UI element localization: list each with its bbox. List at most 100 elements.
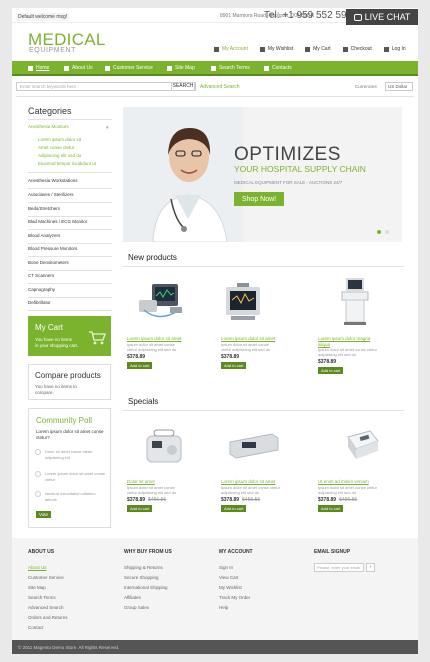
- product-name[interactable]: Lorem ipsum dolor sit amet: [221, 479, 283, 485]
- footer-link[interactable]: My Wishlist: [219, 585, 242, 590]
- poll-option: Dolor sit amet conse ctetur adipisicing …: [45, 449, 93, 460]
- search-button[interactable]: SEARCH: [171, 82, 195, 91]
- old-price: $456.56: [339, 496, 358, 503]
- subcategory[interactable]: Lorem ipsum dolor sit: [38, 137, 81, 142]
- product-card: Dolor sit amet Ipsum dolor sit amet conse…: [127, 479, 185, 512]
- product-image-ultrasound[interactable]: [336, 276, 376, 328]
- product-price: $378.89 $456.56: [127, 496, 167, 503]
- divider: [28, 243, 112, 244]
- product-name[interactable]: Lorem ipsum dolor sit amet: [127, 336, 185, 342]
- product-image-device[interactable]: [342, 427, 382, 463]
- category-item[interactable]: Blad Machines / ECG Monitor: [28, 219, 112, 224]
- search-terms-icon: [211, 65, 216, 71]
- category-item[interactable]: Bone Densitometers: [28, 260, 112, 265]
- product-image-radio[interactable]: [144, 428, 184, 466]
- footer-link[interactable]: Help: [219, 605, 228, 610]
- slider-dot-active[interactable]: [377, 230, 381, 234]
- top-link-account[interactable]: My Account: [214, 46, 248, 52]
- footer-link[interactable]: Secure Shopping: [124, 575, 159, 580]
- vote-button[interactable]: Vote: [36, 511, 52, 518]
- subcategory[interactable]: Adipisicing elit sed do: [38, 153, 81, 158]
- footer-link[interactable]: Contact: [28, 625, 44, 630]
- home-icon: [28, 65, 33, 71]
- subcategory[interactable]: Amet conse ctetur: [38, 145, 74, 150]
- category-item[interactable]: Beds/Stretchers: [28, 206, 112, 211]
- nav-search-terms[interactable]: Search Terms: [211, 65, 250, 71]
- checkout-icon: [342, 46, 348, 52]
- slider-dot[interactable]: [385, 230, 389, 234]
- product-image-pump[interactable]: [228, 432, 280, 462]
- add-to-cart-button[interactable]: Add to cart: [221, 361, 247, 369]
- product-description: Ipsum dolor sit amet conse ctetur adipis…: [127, 341, 177, 352]
- category-item[interactable]: Defibrillator: [28, 300, 112, 305]
- section-divider: [123, 266, 404, 267]
- category-item[interactable]: Blood Analyzers: [28, 233, 112, 238]
- compare-block: Compare products You have no items to co…: [28, 364, 111, 400]
- product-image-monitor[interactable]: [136, 280, 188, 325]
- old-price: $456.56: [148, 496, 167, 503]
- add-to-cart-button[interactable]: Add to cart: [127, 504, 153, 512]
- footer-link[interactable]: Orders and Returns: [28, 615, 68, 620]
- nav-contacts[interactable]: Contacts: [264, 65, 292, 71]
- live-chat-button[interactable]: LIVE CHAT: [346, 9, 418, 25]
- nav-home[interactable]: Home: [28, 65, 49, 71]
- footer-link[interactable]: International Shipping: [124, 585, 168, 590]
- add-to-cart-button[interactable]: Add to cart: [318, 367, 344, 374]
- footer-link[interactable]: View Cart: [219, 575, 238, 580]
- category-item[interactable]: Blood Pressure Monitors: [28, 246, 112, 251]
- footer-why-title: WHY BUY FROM US: [124, 549, 172, 555]
- nav-customer-service[interactable]: Customer Service: [105, 65, 153, 71]
- product-price: $378.89: [127, 353, 146, 360]
- top-link-login[interactable]: Log In: [383, 46, 406, 52]
- product-image-patient-monitor[interactable]: [217, 282, 269, 325]
- add-to-cart-button[interactable]: Add to cart: [127, 361, 153, 369]
- footer-link[interactable]: Advanced Search: [28, 605, 64, 610]
- logo-line2[interactable]: EQUIPMENT: [29, 47, 76, 54]
- advanced-search-link[interactable]: Advanced Search: [200, 84, 239, 90]
- subscribe-arrow-icon[interactable]: ›: [366, 563, 375, 572]
- footer-link[interactable]: Search Terms: [28, 595, 56, 600]
- footer-link[interactable]: Shipping & Returns: [124, 565, 163, 570]
- top-link-cart[interactable]: My Cart: [305, 46, 331, 52]
- my-cart-block[interactable]: My Cart You have no items in your shoppi…: [28, 316, 111, 356]
- category-item[interactable]: CT Scanners: [28, 273, 112, 278]
- poll-radio[interactable]: [35, 491, 41, 497]
- hero-banner[interactable]: OPTIMIZES YOUR HOSPITAL SUPPLY CHAIN MED…: [123, 107, 402, 242]
- footer-link[interactable]: Track My Order: [219, 595, 250, 600]
- product-name[interactable]: Lorem ipsum dolor sit amet: [221, 336, 279, 342]
- footer-link[interactable]: Group Sales: [124, 605, 149, 610]
- product-name[interactable]: Lorem ipsum dolor magna aliqua: [318, 336, 380, 347]
- shopping-cart-icon: [89, 331, 106, 345]
- footer-signup-title: EMAIL SIGNUP: [314, 549, 351, 555]
- top-link-checkout[interactable]: Checkout: [342, 46, 372, 52]
- add-to-cart-button[interactable]: Add to cart: [318, 504, 344, 512]
- nav-about[interactable]: About Us: [64, 65, 93, 71]
- nav-site-map[interactable]: Site Map: [167, 65, 195, 71]
- category-item[interactable]: Autoclaves / Sterilizers: [28, 192, 112, 197]
- live-chat-label: LIVE CHAT: [364, 12, 411, 22]
- currency-select[interactable]: US Dollar: [385, 82, 413, 91]
- product-card: Ut enim ad minim veniam Ipsum dolor sit a…: [318, 479, 380, 512]
- category-anesthesia-monitors[interactable]: Anesthesia Monitors: [28, 124, 112, 129]
- top-link-wishlist[interactable]: My Wishlist: [259, 46, 293, 52]
- footer-link[interactable]: Sign In: [219, 565, 233, 570]
- banner-headline: OPTIMIZES: [234, 144, 341, 165]
- email-signup-input[interactable]: Please, enter your email: [314, 563, 364, 572]
- footer-link[interactable]: Affiliates: [124, 595, 141, 600]
- footer-link[interactable]: Site Map: [28, 585, 46, 590]
- add-to-cart-button[interactable]: Add to cart: [221, 504, 247, 512]
- cart-icon: [305, 46, 311, 52]
- shop-now-button[interactable]: Shop Now!: [234, 192, 284, 206]
- chevron-down-icon[interactable]: ▾: [106, 125, 109, 131]
- subcategory[interactable]: Eiusmod tempor incididunt ut: [38, 161, 96, 166]
- divider: [28, 229, 112, 230]
- poll-radio[interactable]: [35, 471, 41, 477]
- footer-link[interactable]: About Us: [28, 565, 47, 570]
- poll-radio[interactable]: [35, 449, 41, 455]
- cart-text: You have no items: [35, 337, 72, 342]
- product-price: $378.89 $456.56: [221, 496, 261, 503]
- category-item[interactable]: Anesthesia Workstations: [28, 178, 112, 183]
- footer-link[interactable]: Customer Service: [28, 575, 64, 580]
- category-item[interactable]: Capnography: [28, 287, 112, 292]
- search-input[interactable]: Enter search keywords here: [16, 82, 196, 91]
